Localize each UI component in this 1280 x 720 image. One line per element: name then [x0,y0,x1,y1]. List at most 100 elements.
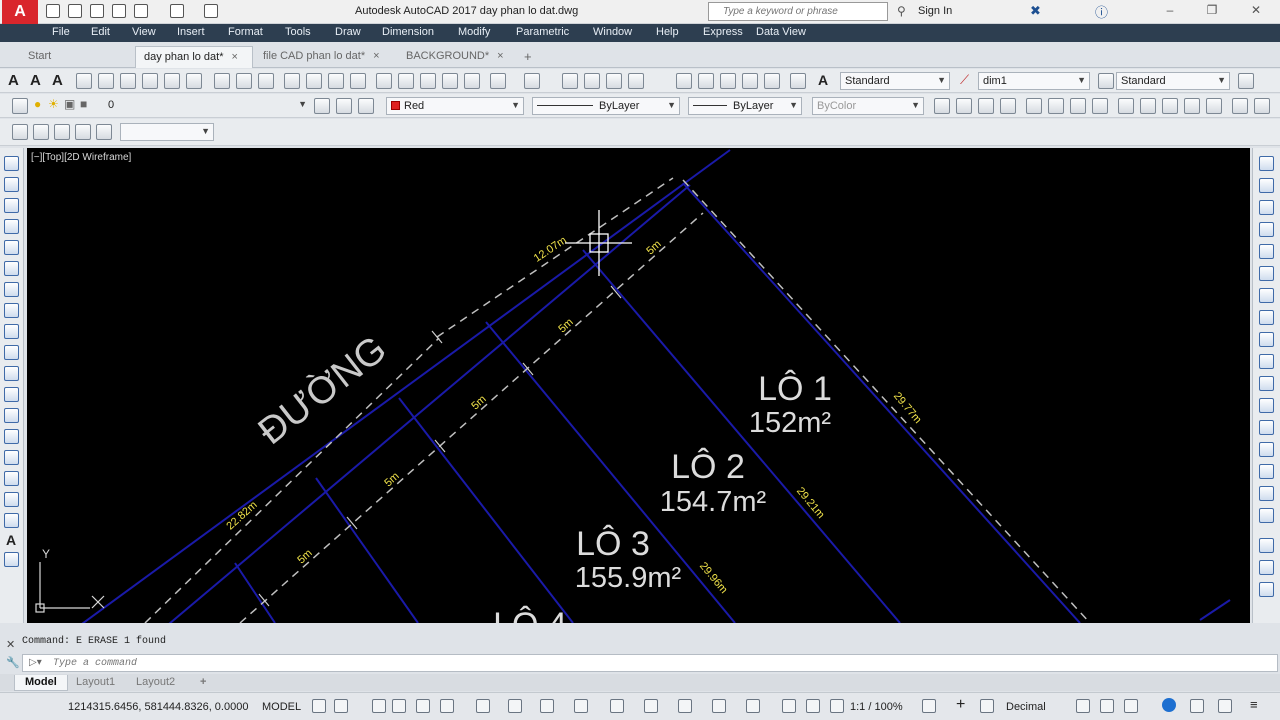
zoom-previous-icon[interactable] [628,73,644,89]
draw-order-icon[interactable] [1259,538,1274,553]
erase-icon[interactable] [1259,156,1274,171]
viewport-icon[interactable] [33,124,49,140]
revision-cloud-icon[interactable] [4,303,19,318]
circle-icon[interactable] [4,282,19,297]
transparency-icon[interactable] [574,699,588,713]
layer-state-icon[interactable] [358,98,374,114]
ellipse-icon[interactable] [4,345,19,360]
undo-icon[interactable] [134,4,148,18]
plot-icon[interactable] [204,4,218,18]
new-icon[interactable] [214,73,230,89]
layout-icon[interactable] [12,124,28,140]
zoom-realtime-icon[interactable] [584,73,600,89]
rotate-icon[interactable] [1259,288,1274,303]
menu-draw[interactable]: Draw [335,26,361,38]
scale-text-icon[interactable] [142,73,158,89]
chamfer-icon[interactable] [1259,442,1274,457]
make-block-icon[interactable] [4,408,19,423]
save-icon[interactable] [258,73,274,89]
menu-tools[interactable]: Tools [285,26,311,38]
command-input[interactable] [53,656,1253,670]
dim-continue-icon[interactable] [1162,98,1178,114]
drawing-canvas[interactable]: [−][Top][2D Wireframe] 12.07m 5m 5m 5m 5… [27,148,1250,623]
spell-check-icon[interactable] [98,73,114,89]
close-icon[interactable]: × [497,50,503,62]
menu-help[interactable]: Help [656,26,679,38]
dim-style-select[interactable]: dim1 ▼ [978,72,1090,90]
quick-properties-icon[interactable] [1076,699,1090,713]
publish-icon[interactable] [328,73,344,89]
table-icon[interactable] [4,513,19,528]
menu-edit[interactable]: Edit [91,26,110,38]
redo-icon[interactable] [524,73,540,89]
menu-view[interactable]: View [132,26,156,38]
find-icon[interactable] [76,73,92,89]
tab-day-phan-lo-dat[interactable]: day phan lo dat* × [135,46,253,68]
spline-icon[interactable] [4,324,19,339]
dim-baseline-icon[interactable] [1140,98,1156,114]
menu-icon[interactable]: ≡ [1250,697,1258,712]
dim-aligned-icon[interactable] [956,98,972,114]
text-edit-icon[interactable]: A [52,72,63,89]
object-snap-icon[interactable] [508,699,522,713]
zoom-window-icon[interactable] [606,73,622,89]
tab-start[interactable]: Start [20,46,132,68]
dim-arc-icon[interactable] [978,98,994,114]
table-style-select[interactable]: Standard ▼ [1116,72,1230,90]
hatch-icon[interactable] [4,450,19,465]
bring-front-icon[interactable] [1259,560,1274,575]
trim-icon[interactable] [1259,354,1274,369]
binoculars-icon[interactable]: ⚲ [897,4,906,18]
polygonal-viewport-icon[interactable] [54,124,70,140]
menu-file[interactable]: File [52,26,70,38]
tab-layout2[interactable]: Layout2 [126,675,185,691]
viewport-scale-select[interactable]: ▼ [120,123,214,141]
tab-model[interactable]: Model [14,675,68,691]
command-prompt-icon[interactable]: ▷▾ [29,657,42,668]
join-icon[interactable] [1259,420,1274,435]
units-value[interactable]: Decimal [1006,701,1046,713]
fillet-icon[interactable] [1259,464,1274,479]
array-icon[interactable] [1259,244,1274,259]
3d-print-icon[interactable] [350,73,366,89]
menu-format[interactable]: Format [228,26,263,38]
close-icon[interactable]: × [232,51,238,63]
snap-icon[interactable] [334,699,348,713]
workspace-gear-icon[interactable] [922,699,936,713]
menu-insert[interactable]: Insert [177,26,205,38]
layer-properties-icon[interactable] [12,98,28,114]
multileader-style-icon[interactable] [1238,73,1254,89]
layer-previous-icon[interactable] [336,98,352,114]
save-icon[interactable] [90,4,104,18]
cut-icon[interactable] [376,73,392,89]
help-icon[interactable]: ⓘ [1095,2,1108,21]
tool-palettes-icon[interactable] [720,73,736,89]
text-style-icon[interactable] [120,73,136,89]
open-icon[interactable] [68,4,82,18]
block-editor-icon[interactable] [464,73,480,89]
region-icon[interactable] [4,492,19,507]
justify-text-icon[interactable] [164,73,180,89]
object-snap-tracking-icon[interactable] [476,699,490,713]
annotation-scale-icon[interactable] [830,699,844,713]
copy-object-icon[interactable] [1259,178,1274,193]
lightbulb-icon[interactable]: ● [34,97,41,111]
new-tab-button[interactable]: + [518,46,540,68]
text-icon[interactable]: A [8,72,19,89]
arc-icon[interactable] [4,261,19,276]
markup-icon[interactable] [764,73,780,89]
ortho-icon[interactable] [392,699,406,713]
tolerance-icon[interactable] [1232,98,1248,114]
help-icon[interactable] [790,73,806,89]
ellipse-arc-icon[interactable] [4,366,19,381]
properties-icon[interactable] [676,73,692,89]
move-icon[interactable] [1259,266,1274,281]
send-back-icon[interactable] [1259,582,1274,597]
lineweight-icon[interactable] [540,699,554,713]
menu-parametric[interactable]: Parametric [516,26,569,38]
mirror-icon[interactable] [1259,200,1274,215]
clip-viewport-icon[interactable] [75,124,91,140]
paste-icon[interactable] [420,73,436,89]
layer-color-icon[interactable]: ■ [80,97,87,111]
quick-dim-icon[interactable] [1118,98,1134,114]
